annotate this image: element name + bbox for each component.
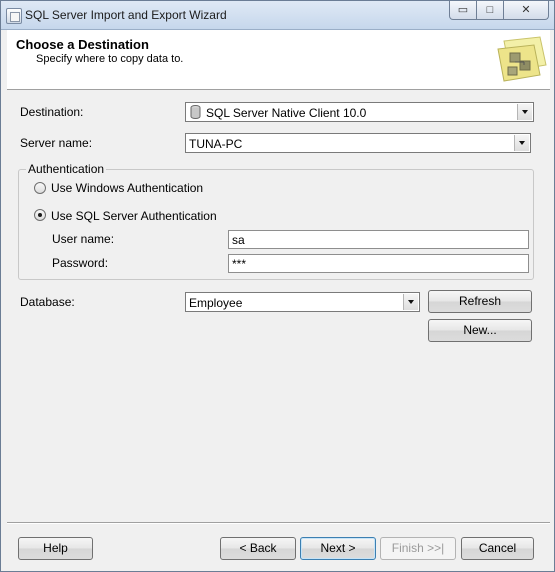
database-icon [190,105,201,119]
minimize-icon: ▭ [457,4,469,16]
sql-auth-radio[interactable] [34,209,46,221]
sql-auth-label[interactable]: Use SQL Server Authentication [51,209,217,223]
back-button[interactable]: < Back [220,537,296,560]
close-icon: ✕ [521,4,531,16]
refresh-button[interactable]: Refresh [428,290,532,313]
page-title: Choose a Destination [16,37,149,52]
next-button[interactable]: Next > [300,537,376,560]
database-value: Employee [189,296,243,310]
wizard-destination-icon [497,36,547,82]
server-name-combobox[interactable]: TUNA-PC [185,133,531,153]
minimize-button[interactable]: ▭ [449,1,477,20]
username-label: User name: [52,232,115,246]
password-input[interactable]: *** [228,254,529,273]
chevron-down-icon[interactable] [403,294,418,310]
server-name-label: Server name: [20,136,93,150]
maximize-icon: □ [486,4,494,16]
title-bar[interactable]: SQL Server Import and Export Wizard ▭ □ … [1,1,554,30]
chevron-down-icon[interactable] [514,135,529,151]
new-database-button[interactable]: New... [428,319,532,342]
wizard-header: Choose a Destination Specify where to co… [7,30,550,90]
destination-value: SQL Server Native Client 10.0 [206,106,367,120]
authentication-group-label: Authentication [26,162,107,176]
destination-label: Destination: [20,105,84,119]
password-label: Password: [52,256,109,270]
windows-auth-radio[interactable] [34,182,46,194]
windows-auth-label[interactable]: Use Windows Authentication [51,181,203,195]
cancel-button[interactable]: Cancel [461,537,534,560]
server-name-value: TUNA-PC [189,137,243,151]
close-button[interactable]: ✕ [504,1,549,20]
window-title: SQL Server Import and Export Wizard [25,8,227,22]
app-icon [6,8,22,24]
chevron-down-icon[interactable] [517,104,532,120]
finish-button: Finish >>| [380,537,456,560]
maximize-button[interactable]: □ [477,1,504,20]
help-button[interactable]: Help [18,537,93,560]
database-label: Database: [20,295,75,309]
page-subtitle: Specify where to copy data to. [36,53,184,65]
footer-separator [7,522,550,524]
database-combobox[interactable]: Employee [185,292,420,312]
destination-combobox[interactable]: SQL Server Native Client 10.0 [185,102,534,122]
wizard-window: SQL Server Import and Export Wizard ▭ □ … [0,0,555,572]
username-input[interactable]: sa [228,230,529,249]
